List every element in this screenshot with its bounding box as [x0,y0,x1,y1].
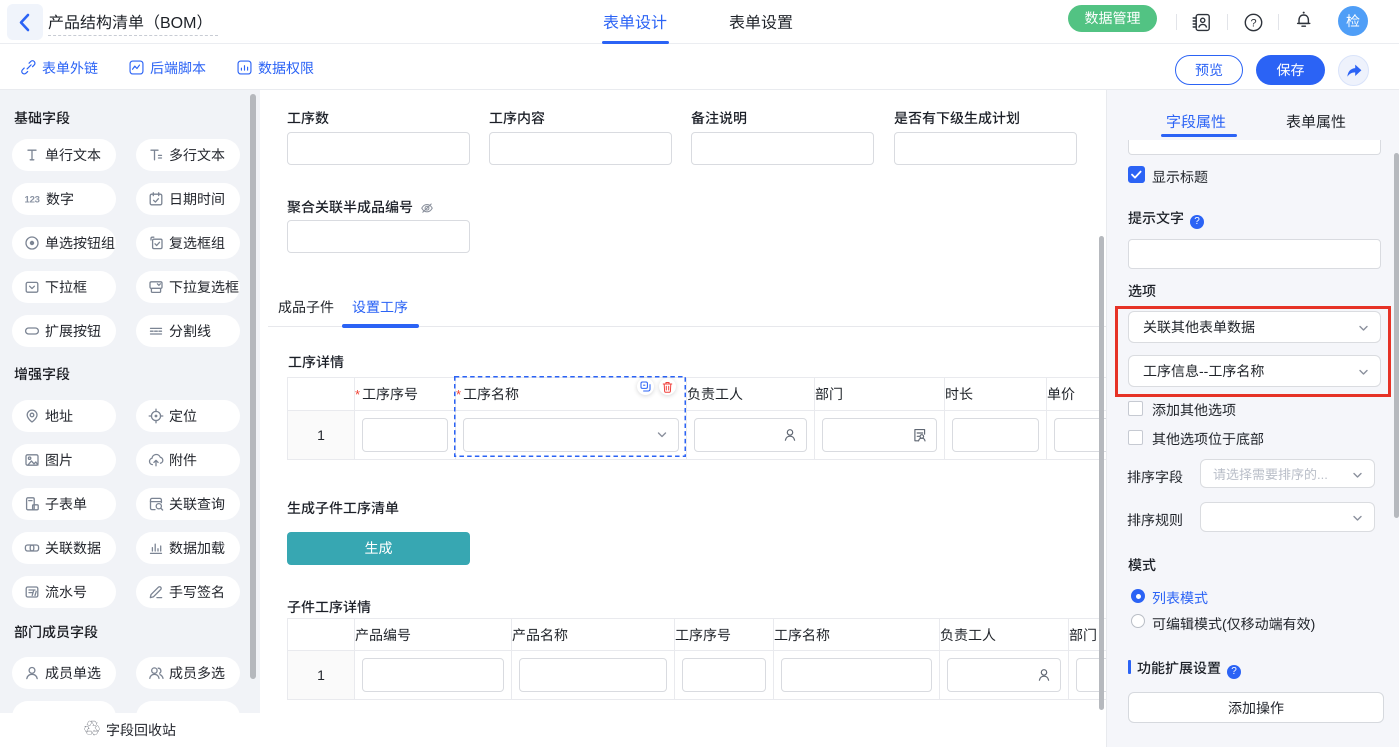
svg-text:123: 123 [25,195,40,206]
svg-text:?: ? [1250,17,1256,29]
